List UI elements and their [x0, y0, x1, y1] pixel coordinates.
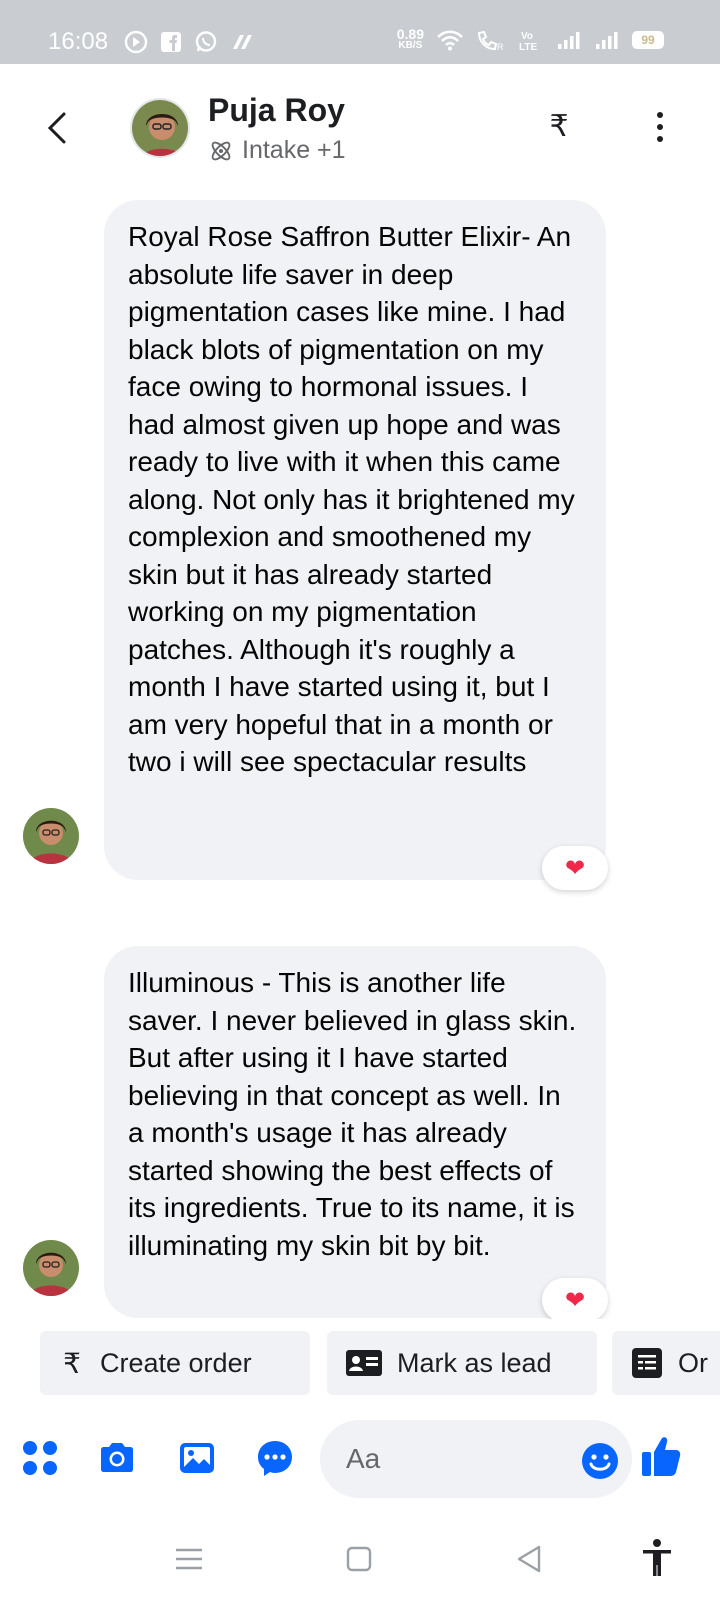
- home-icon[interactable]: [342, 1542, 376, 1576]
- volte-icon: VoLTE: [519, 31, 537, 52]
- wifi-calling-icon: R: [477, 30, 504, 51]
- svg-text:R: R: [497, 42, 504, 51]
- order-label: Or: [678, 1347, 708, 1378]
- sender-avatar[interactable]: [23, 1240, 79, 1296]
- apps-grid-icon[interactable]: [20, 1438, 60, 1478]
- status-notification-icons: [124, 30, 256, 54]
- create-order-label: Create order: [100, 1347, 252, 1378]
- signal-sim2-icon: [596, 32, 618, 49]
- mark-as-lead-button[interactable]: Mark as lead: [327, 1331, 597, 1395]
- accessibility-icon[interactable]: [640, 1538, 674, 1578]
- net-speed-unit: KB/S: [398, 40, 423, 51]
- sender-avatar[interactable]: [23, 808, 79, 864]
- app-notification-icon: [233, 35, 252, 49]
- emoji-icon[interactable]: [580, 1441, 620, 1481]
- thumbs-up-icon[interactable]: [640, 1434, 682, 1478]
- status-time: 16:08: [48, 28, 109, 55]
- heart-reaction[interactable]: ❤: [542, 846, 608, 890]
- rupee-icon: ₹: [63, 1347, 81, 1379]
- contact-avatar[interactable]: [130, 98, 190, 158]
- status-right-icons: 0.89 KB/S R Vo LTE 99: [396, 26, 664, 52]
- message-bubble[interactable]: Illuminous - This is another life saver.…: [104, 946, 606, 1318]
- message-bubble[interactable]: Royal Rose Saffron Butter Elixir- An abs…: [104, 200, 606, 880]
- contact-name[interactable]: Puja Roy: [208, 92, 345, 129]
- whatsapp-icon: [195, 31, 217, 52]
- quick-actions-bar: ₹ Create order Mark as lead Or: [0, 1319, 720, 1395]
- back-nav-icon[interactable]: [512, 1542, 546, 1576]
- message-composer: Aa: [0, 1400, 720, 1510]
- create-order-button[interactable]: ₹ Create order: [40, 1331, 310, 1395]
- back-arrow-icon[interactable]: [42, 108, 72, 148]
- status-bar: 16:08 0.89 KB/S R Vo LTE 99: [0, 0, 720, 64]
- recent-apps-icon[interactable]: [172, 1542, 206, 1576]
- chat-more-icon[interactable]: [255, 1438, 295, 1478]
- order-list-icon: [632, 1348, 662, 1378]
- gallery-icon[interactable]: [177, 1438, 217, 1478]
- payment-rupee-icon[interactable]: ₹: [544, 109, 574, 144]
- wifi-icon: [437, 30, 463, 51]
- heart-reaction[interactable]: ❤: [542, 1278, 608, 1322]
- mark-as-lead-label: Mark as lead: [397, 1347, 552, 1378]
- svg-text:LTE: LTE: [519, 42, 537, 52]
- net-speed-value: 0.89: [396, 26, 424, 42]
- contact-label-text: Intake +1: [242, 136, 346, 164]
- atom-icon: [211, 141, 231, 160]
- system-nav-bar: [0, 1510, 720, 1600]
- contact-card-icon: [346, 1350, 382, 1376]
- battery-icon: 99: [632, 31, 664, 49]
- net-speed: 0.89 KB/S: [396, 26, 424, 51]
- order-button[interactable]: Or: [612, 1331, 720, 1395]
- more-options-icon[interactable]: [648, 110, 672, 144]
- signal-sim1-icon: [558, 32, 580, 49]
- chat-header: Puja Roy Intake +1 ₹: [0, 64, 720, 188]
- media-play-icon: [124, 30, 148, 54]
- svg-text:Vo: Vo: [521, 31, 533, 42]
- camera-icon[interactable]: [97, 1438, 137, 1478]
- contact-subtitle[interactable]: Intake +1: [208, 136, 346, 165]
- facebook-icon: [161, 32, 181, 52]
